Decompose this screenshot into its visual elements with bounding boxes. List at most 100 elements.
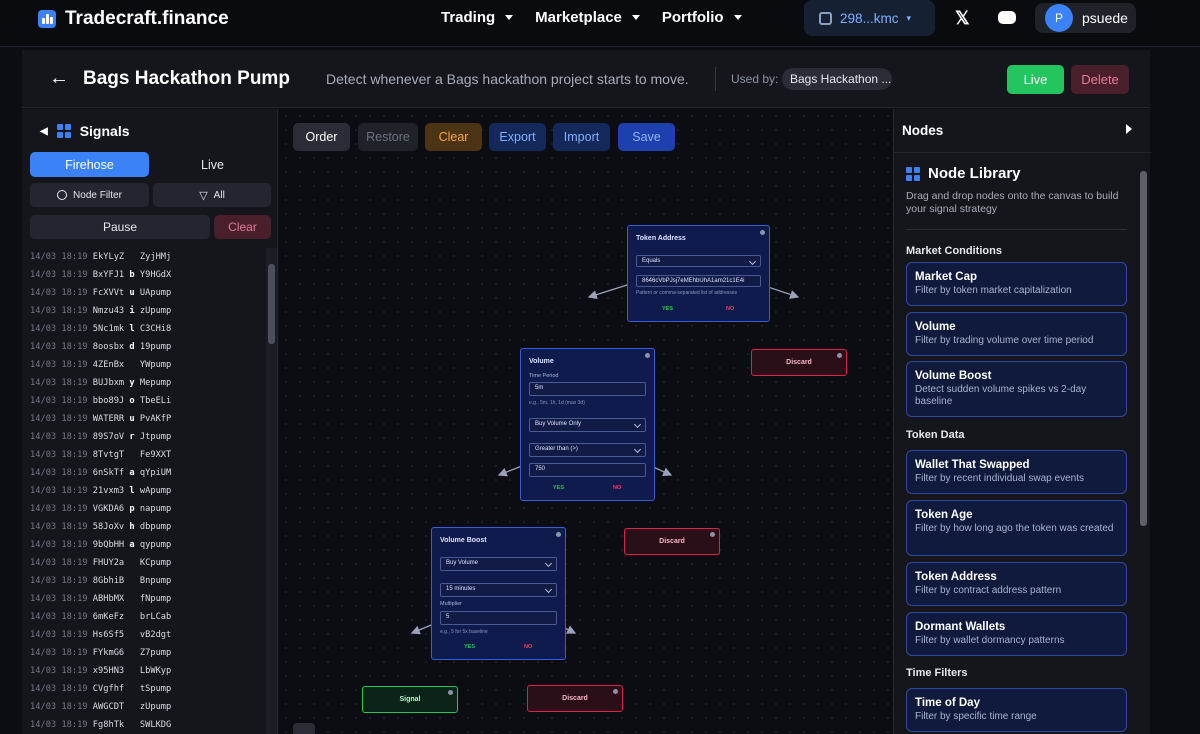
node-token-address[interactable]: Token Address Equals 8646cVbPJsj7eMEhbUh… bbox=[627, 225, 770, 322]
feed-row[interactable]: 14/03 18:19 8GbhiB Bnpump bbox=[30, 576, 171, 586]
tab-firehose[interactable]: Firehose bbox=[30, 152, 149, 177]
feed-row[interactable]: 14/03 18:19 6mKeFz brLCab bbox=[30, 612, 171, 622]
library-scrollbar[interactable] bbox=[1139, 153, 1149, 734]
node-volume-boost[interactable]: Volume Boost Buy Volume 15 minutes Multi… bbox=[431, 527, 566, 660]
feed-row[interactable]: 14/03 18:19 6nSkTf a qYpiUM bbox=[30, 468, 171, 478]
live-button[interactable]: Live bbox=[1007, 65, 1064, 94]
feed-row[interactable]: 14/03 18:19 8TvtgT Fe9XXT bbox=[30, 450, 171, 460]
node-discard[interactable]: Discard bbox=[527, 685, 623, 712]
no-output[interactable]: NO bbox=[726, 306, 734, 312]
nav-trading[interactable]: Trading bbox=[441, 9, 514, 26]
nav-portfolio[interactable]: Portfolio bbox=[662, 9, 742, 26]
feed-row[interactable]: 14/03 18:19 ABHbMX fNpump bbox=[30, 594, 171, 604]
feed-row[interactable]: 14/03 18:19 5Nc1mk l C3CHi8 bbox=[30, 324, 171, 334]
node-card[interactable]: Dormant Wallets Filter by wallet dormancy… bbox=[906, 612, 1127, 656]
feed-row[interactable]: 14/03 18:19 FYkmG6 Z7pump bbox=[30, 648, 171, 658]
wallet-button[interactable]: 298...kmc ▾ bbox=[804, 0, 935, 36]
multiplier-input[interactable]: 5 bbox=[440, 611, 557, 625]
node-handle[interactable] bbox=[556, 532, 561, 537]
feed-row[interactable]: 14/03 18:19 8oosbx d 19pump bbox=[30, 342, 171, 352]
feed-row[interactable]: 14/03 18:19 Nmzu43 i zUpump bbox=[30, 306, 171, 316]
feed-marker bbox=[129, 558, 134, 568]
boost-type-select[interactable]: Buy Volume bbox=[440, 557, 557, 571]
no-output[interactable]: NO bbox=[524, 644, 532, 650]
feed-row[interactable]: 14/03 18:19 bbo89J o TbeELi bbox=[30, 396, 171, 406]
feed-scrollbar[interactable] bbox=[266, 248, 277, 734]
no-output[interactable]: NO bbox=[613, 485, 621, 491]
feed-row[interactable]: 14/03 18:19 21vxm3 l wApump bbox=[30, 486, 171, 496]
feed-token-a: VGKDA6 bbox=[92, 504, 125, 514]
node-card[interactable]: Token Age Filter by how long ago the toke… bbox=[906, 500, 1127, 556]
feed-row[interactable]: 14/03 18:19 VGKDA6 p napump bbox=[30, 504, 171, 514]
node-discard[interactable]: Discard bbox=[624, 528, 720, 555]
node-signal[interactable]: Signal bbox=[362, 686, 458, 713]
node-title: Volume Boost bbox=[440, 537, 487, 544]
feed-row[interactable]: 14/03 18:19 EkYLyZ ZyjHMj bbox=[30, 252, 171, 262]
node-handle[interactable] bbox=[837, 353, 842, 358]
time-period-input[interactable]: 5m bbox=[529, 382, 646, 396]
feed-row[interactable]: 14/03 18:19 58JoXv h dbpump bbox=[30, 522, 171, 532]
address-input[interactable]: 8646cVbPJsj7eMEhbUhA1am21c1E4i bbox=[636, 275, 761, 287]
feed-token-a: Hs6Sf5 bbox=[92, 630, 125, 640]
feed-token-a: Fg8hTk bbox=[92, 720, 125, 730]
feed-row[interactable]: 14/03 18:19 x95HN3 LbWKyp bbox=[30, 666, 171, 676]
zoom-control[interactable] bbox=[293, 723, 315, 734]
comparator-select[interactable]: Greater than (>) bbox=[529, 443, 646, 457]
node-card[interactable]: Token Address Filter by contract address … bbox=[906, 562, 1127, 606]
time-period-label: Time Period bbox=[529, 373, 559, 379]
yes-output[interactable]: YES bbox=[553, 485, 564, 491]
node-volume[interactable]: Volume Time Period 5m e.g., 5m, 1h, 1d (… bbox=[520, 348, 655, 501]
feed-row[interactable]: 14/03 18:19 BUJbxm y Mepump bbox=[30, 378, 171, 388]
collapse-left-icon[interactable]: ◀ bbox=[40, 126, 48, 137]
feed-token-b: napump bbox=[139, 504, 172, 514]
collapse-right-icon[interactable] bbox=[1126, 124, 1132, 134]
discord-icon[interactable] bbox=[998, 11, 1016, 24]
threshold-input[interactable]: 750 bbox=[529, 463, 646, 477]
brand-logo[interactable]: Tradecraft.finance bbox=[38, 8, 229, 30]
tab-live[interactable]: Live bbox=[153, 152, 272, 177]
yes-output[interactable]: YES bbox=[464, 644, 475, 650]
feed-scrollbar-thumb[interactable] bbox=[268, 264, 275, 344]
flow-canvas[interactable]: Order Restore Clear Export Import Save T… bbox=[279, 109, 892, 734]
feed-row[interactable]: 14/03 18:19 AWGCDT zUpump bbox=[30, 702, 171, 712]
node-card[interactable]: Volume Filter by trading volume over time… bbox=[906, 312, 1127, 356]
feed-row[interactable]: 14/03 18:19 Hs6Sf5 vB2dgt bbox=[30, 630, 171, 640]
feed-row[interactable]: 14/03 18:19 FcXVVt u UApump bbox=[30, 288, 171, 298]
node-card[interactable]: Wallet That Swapped Filter by recent indi… bbox=[906, 450, 1127, 494]
feed-row[interactable]: 14/03 18:19 WATERR u PvAKfP bbox=[30, 414, 171, 424]
node-card[interactable]: Time of Day Filter by specific time range bbox=[906, 688, 1127, 732]
feed-timestamp: 14/03 18:19 bbox=[30, 288, 88, 298]
boost-window-select[interactable]: 15 minutes bbox=[440, 583, 557, 597]
nav-marketplace[interactable]: Marketplace bbox=[535, 9, 640, 26]
node-discard[interactable]: Discard bbox=[751, 349, 847, 376]
node-handle[interactable] bbox=[760, 230, 765, 235]
yes-output[interactable]: YES bbox=[662, 306, 673, 312]
volume-side-select[interactable]: Buy Volume Only bbox=[529, 418, 646, 432]
library-scrollbar-thumb[interactable] bbox=[1140, 171, 1147, 526]
clear-feed-button[interactable]: Clear bbox=[214, 215, 271, 239]
operator-select[interactable]: Equals bbox=[636, 255, 761, 267]
used-by-tag[interactable]: Bags Hackathon ... bbox=[782, 68, 892, 90]
node-library-description: Drag and drop nodes onto the canvas to b… bbox=[906, 190, 1119, 215]
node-handle[interactable] bbox=[613, 689, 618, 694]
all-filter-button[interactable]: ▽ All bbox=[153, 183, 271, 207]
user-menu[interactable]: P psuede bbox=[1035, 3, 1136, 33]
feed-row[interactable]: 14/03 18:19 9bQbHH a qypump bbox=[30, 540, 171, 550]
feed-row[interactable]: 14/03 18:19 FHUY2a KCpump bbox=[30, 558, 171, 568]
feed-row[interactable]: 14/03 18:19 BxYFJ1 b Y9HGdX bbox=[30, 270, 171, 280]
back-arrow-icon[interactable]: ← bbox=[49, 67, 69, 90]
discard-label: Discard bbox=[786, 359, 812, 366]
x-social-icon[interactable]: 𝕏 bbox=[955, 8, 970, 29]
feed-row[interactable]: 14/03 18:19 Fg8hTk SWLKDG bbox=[30, 720, 171, 730]
feed-row[interactable]: 14/03 18:19 CVgfhf tSpump bbox=[30, 684, 171, 694]
node-handle[interactable] bbox=[448, 690, 453, 695]
node-handle[interactable] bbox=[710, 532, 715, 537]
pause-button[interactable]: Pause bbox=[30, 215, 210, 239]
delete-button[interactable]: Delete bbox=[1071, 65, 1129, 94]
feed-row[interactable]: 14/03 18:19 4ZEnBx YWpump bbox=[30, 360, 171, 370]
node-card[interactable]: Market Cap Filter by token market capital… bbox=[906, 262, 1127, 306]
feed-row[interactable]: 14/03 18:19 89S7oV r Jtpump bbox=[30, 432, 171, 442]
node-card[interactable]: Volume Boost Detect sudden volume spikes … bbox=[906, 361, 1127, 417]
node-handle[interactable] bbox=[645, 353, 650, 358]
node-filter-button[interactable]: Node Filter bbox=[30, 183, 149, 207]
